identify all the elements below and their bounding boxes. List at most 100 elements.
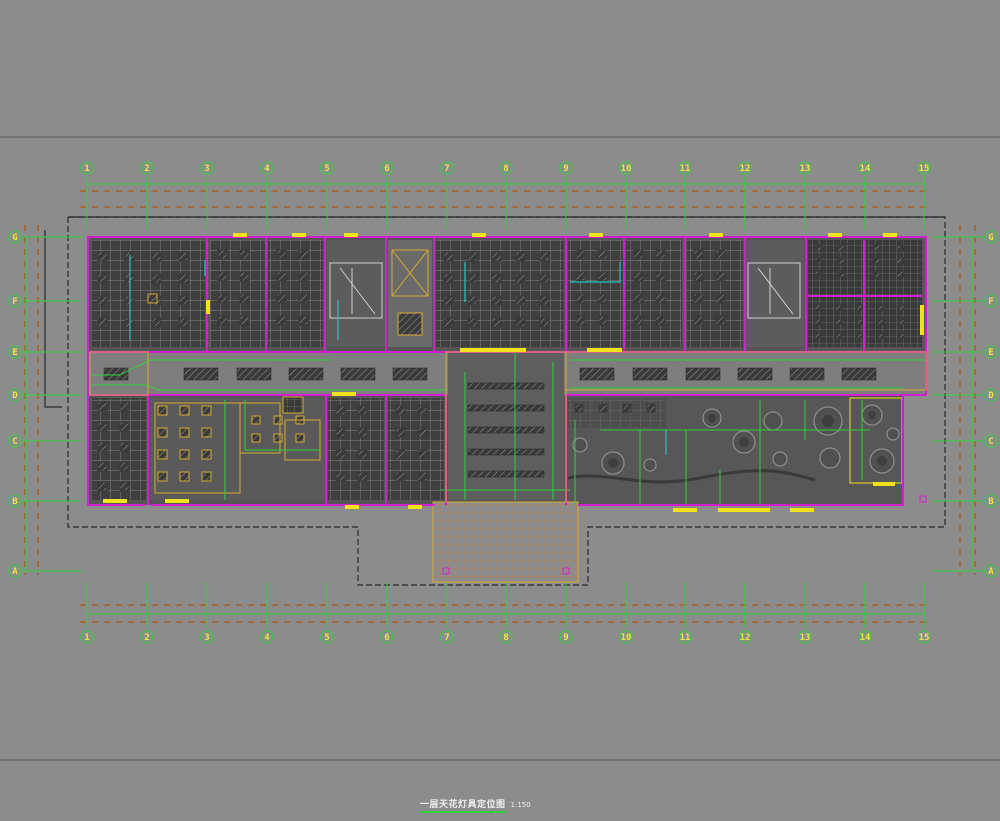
- axis-bubble-col-9: 9: [559, 630, 573, 644]
- panel-light: [97, 295, 108, 306]
- panel-light: [178, 295, 189, 306]
- panel-light: [814, 244, 822, 252]
- panel-light: [813, 331, 821, 339]
- panel-light: [467, 273, 478, 284]
- panel-light: [693, 315, 704, 326]
- axis-label-row: E: [988, 348, 993, 358]
- panel-light: [515, 273, 526, 284]
- panel-light: [201, 405, 212, 416]
- panel-light: [443, 251, 454, 262]
- panel-light: [276, 293, 287, 304]
- panel-light: [357, 405, 368, 416]
- axis-bubble-row-A: A: [8, 564, 22, 578]
- panel-light: [655, 315, 666, 326]
- axis-bubble-row-D: D: [984, 388, 998, 402]
- panel-light: [539, 295, 550, 306]
- axis-label-col: 11: [680, 164, 691, 174]
- axis-bubble-col-8: 8: [499, 161, 513, 175]
- window-bar: [589, 233, 603, 237]
- window-bar: [345, 505, 359, 509]
- panel-light: [201, 471, 212, 482]
- panel-light: [633, 293, 644, 304]
- window-bar: [718, 508, 770, 512]
- axis-label-col: 9: [563, 633, 568, 643]
- axis-bubble-col-15: 15: [917, 630, 931, 644]
- panel-light: [834, 331, 842, 339]
- axis-bubble-row-E: E: [8, 345, 22, 359]
- axis-label-col: 7: [444, 164, 449, 174]
- panel-light: [515, 295, 526, 306]
- axis-bubble-col-7: 7: [440, 630, 454, 644]
- axis-label-col: 1: [84, 164, 89, 174]
- panel-light: [598, 403, 608, 413]
- panel-light: [298, 315, 309, 326]
- axis-label-col: 3: [204, 164, 209, 174]
- panel-light: [715, 271, 726, 282]
- floor-plan-canvas: 1122334455667788991010111112121313141415…: [0, 136, 1000, 761]
- panel-light: [217, 293, 228, 304]
- window-bar: [292, 233, 306, 237]
- axis-bubble-row-C: C: [8, 434, 22, 448]
- window-bar: [206, 300, 210, 314]
- axis-label-col: 8: [503, 164, 508, 174]
- axis-bubble-col-4: 4: [260, 630, 274, 644]
- panel-light: [239, 315, 250, 326]
- axis-bubble-row-A: A: [984, 564, 998, 578]
- drawing-title-block: 一层天花灯具定位图 1:150: [420, 797, 531, 813]
- panel-light: [239, 293, 250, 304]
- panel-light: [97, 401, 108, 412]
- panel-light: [693, 293, 704, 304]
- axis-bubble-row-E: E: [984, 345, 998, 359]
- panel-light: [575, 271, 586, 282]
- panel-light: [693, 249, 704, 260]
- axis-bubble-row-D: D: [8, 388, 22, 402]
- panel-light: [575, 315, 586, 326]
- panel-light: [151, 273, 162, 284]
- panel-light: [276, 249, 287, 260]
- axis-bubble-row-G: G: [8, 230, 22, 244]
- panel-light: [151, 317, 162, 328]
- window-bar: [828, 233, 842, 237]
- panel-light: [97, 251, 108, 262]
- panel-light: [97, 421, 108, 432]
- axis-label-row: B: [988, 497, 994, 507]
- panel-light: [179, 471, 190, 482]
- panel-light: [251, 415, 261, 425]
- panel-light: [715, 249, 726, 260]
- axis-label-col: 15: [919, 633, 930, 643]
- window-bar: [600, 348, 622, 352]
- axis-label-col: 6: [384, 164, 389, 174]
- panel-light: [239, 249, 250, 260]
- axis-bubble-col-1: 1: [80, 630, 94, 644]
- axis-label-row: F: [988, 297, 993, 307]
- panel-light: [467, 317, 478, 328]
- panel-light: [417, 427, 428, 438]
- axis-bubble-row-B: B: [8, 494, 22, 508]
- axis-label-row: G: [12, 233, 17, 243]
- axis-label-col: 4: [264, 633, 270, 643]
- axis-label-row: C: [12, 437, 17, 447]
- window-bar: [103, 499, 127, 503]
- window-bar: [165, 499, 189, 503]
- panel-light: [715, 293, 726, 304]
- panel-light: [335, 405, 346, 416]
- axis-bubble-col-11: 11: [678, 630, 692, 644]
- window-bar: [472, 233, 486, 237]
- window-bar: [460, 348, 522, 352]
- panel-light: [298, 271, 309, 282]
- panel-light: [491, 317, 502, 328]
- axis-bubble-col-15: 15: [917, 161, 931, 175]
- panel-light: [157, 427, 168, 438]
- window-bar: [883, 233, 897, 237]
- axis-bubble-col-6: 6: [380, 630, 394, 644]
- axis-label-row: F: [12, 297, 17, 307]
- panel-light: [876, 331, 884, 339]
- panel-light: [239, 271, 250, 282]
- axis-bubble-col-10: 10: [619, 161, 633, 175]
- panel-light: [157, 449, 168, 460]
- panel-light: [655, 249, 666, 260]
- panel-light: [217, 315, 228, 326]
- window-bar: [233, 233, 247, 237]
- axis-bubble-col-5: 5: [320, 630, 334, 644]
- panel-light: [97, 441, 108, 452]
